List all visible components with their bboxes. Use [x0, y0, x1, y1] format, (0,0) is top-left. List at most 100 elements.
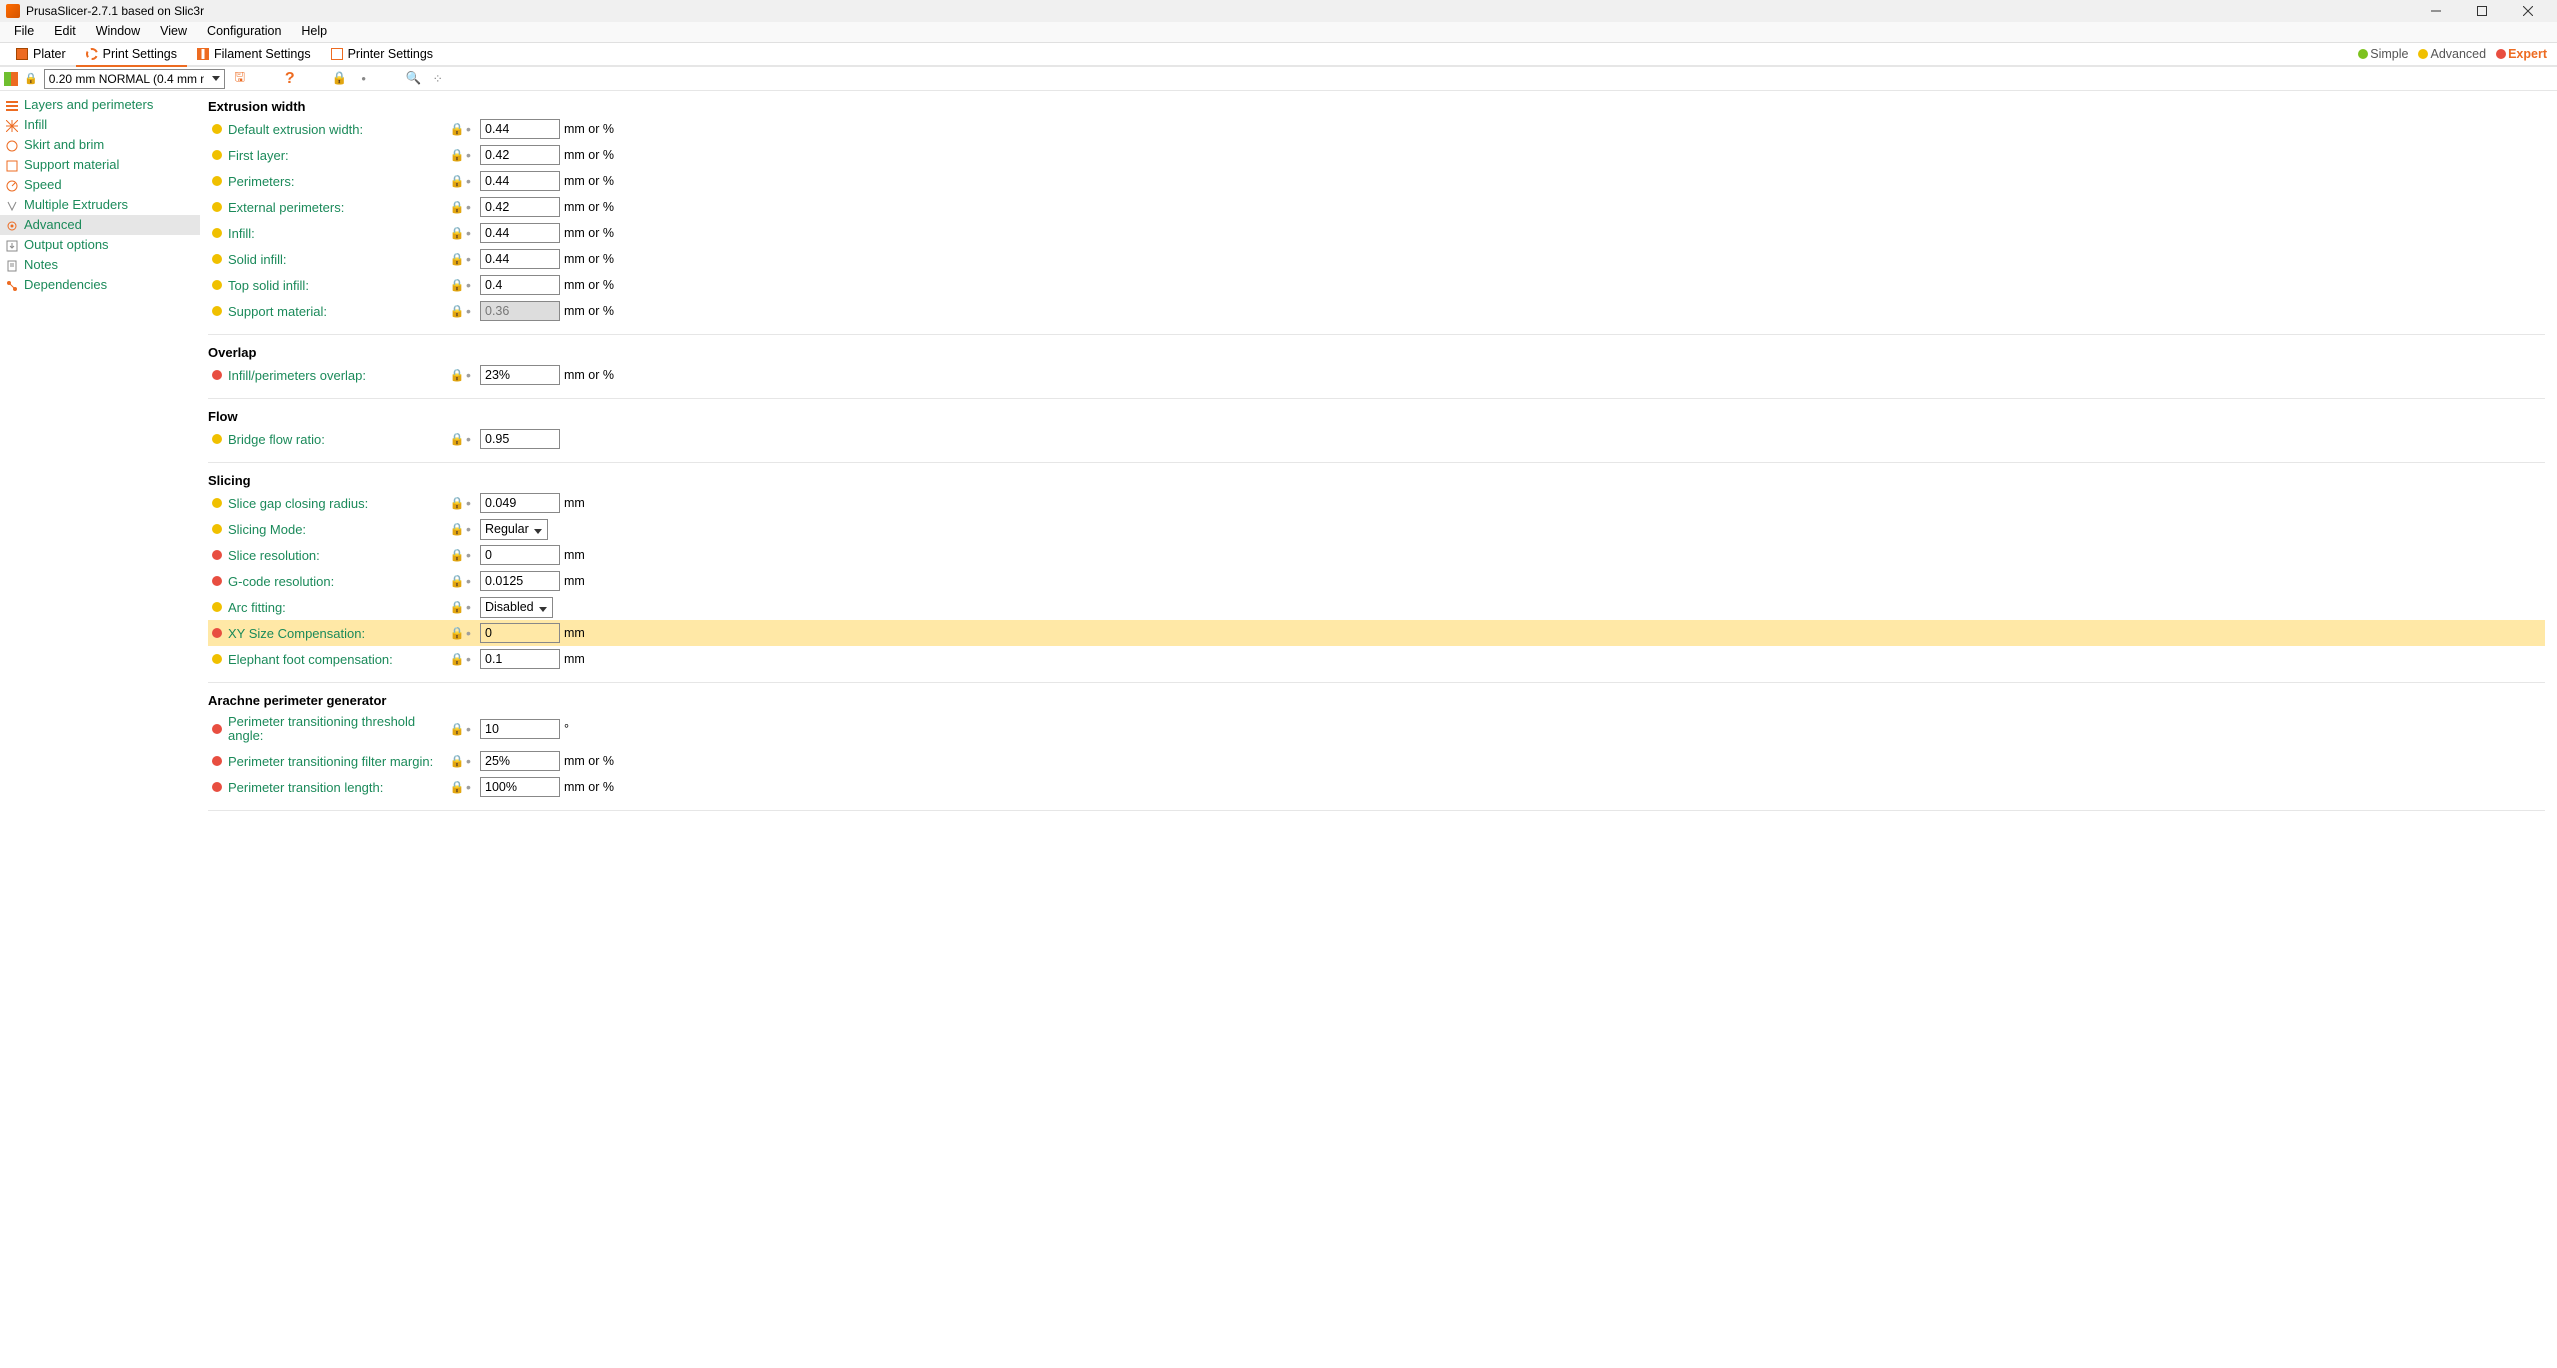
setting-select[interactable]: Disabled [480, 597, 553, 618]
setting-label[interactable]: Perimeter transitioning threshold angle: [228, 715, 448, 744]
lock-icon[interactable]: 🔒 [448, 754, 466, 768]
lock-icon[interactable]: 🔒 [448, 148, 466, 162]
setting-input[interactable] [480, 777, 560, 797]
collapse-icon[interactable]: ⁘ [429, 70, 447, 88]
setting-input[interactable] [480, 429, 560, 449]
menu-configuration[interactable]: Configuration [197, 22, 291, 42]
setting-input[interactable] [480, 365, 560, 385]
setting-input[interactable] [480, 571, 560, 591]
reset-dot-icon[interactable]: • [466, 251, 480, 267]
setting-label[interactable]: Infill/perimeters overlap: [228, 368, 448, 383]
reset-dot-icon[interactable]: • [466, 225, 480, 241]
sidebar-item-advanced[interactable]: Advanced [0, 215, 200, 235]
sidebar-item-deps[interactable]: Dependencies [0, 275, 200, 295]
reset-dot-icon[interactable]: • [466, 599, 480, 615]
reset-dot-icon[interactable]: • [466, 367, 480, 383]
reset-dot-icon[interactable]: • [466, 721, 480, 737]
lock-icon[interactable]: 🔒 [448, 600, 466, 614]
reset-dot-icon[interactable]: • [466, 277, 480, 293]
setting-label[interactable]: Infill: [228, 226, 448, 241]
reset-dot-icon[interactable]: • [466, 121, 480, 137]
lock-icon[interactable]: 🔒 [448, 200, 466, 214]
setting-label[interactable]: Support material: [228, 304, 448, 319]
setting-input[interactable] [480, 719, 560, 739]
setting-label[interactable]: Elephant foot compensation: [228, 652, 448, 667]
setting-label[interactable]: XY Size Compensation: [228, 626, 448, 641]
menu-window[interactable]: Window [86, 22, 150, 42]
setting-input[interactable] [480, 275, 560, 295]
mode-simple[interactable]: Simple [2354, 47, 2412, 61]
lock-icon[interactable]: 🔒 [448, 278, 466, 292]
reset-dot-icon[interactable]: • [466, 779, 480, 795]
reset-dot-icon[interactable]: • [466, 495, 480, 511]
setting-input[interactable] [480, 197, 560, 217]
lock-icon[interactable]: 🔒 [448, 226, 466, 240]
setting-label[interactable]: Slicing Mode: [228, 522, 448, 537]
lock-icon[interactable]: 🔒 [448, 548, 466, 562]
sidebar-item-skirt[interactable]: Skirt and brim [0, 135, 200, 155]
lock-icon[interactable]: 🔒 [448, 522, 466, 536]
lock-icon[interactable]: 🔒 [448, 432, 466, 446]
lock-icon[interactable]: 🔒 [448, 368, 466, 382]
setting-label[interactable]: Slice gap closing radius: [228, 496, 448, 511]
lock-icon[interactable]: 🔒 [448, 722, 466, 736]
minimize-button[interactable] [2413, 0, 2459, 22]
reset-dot-icon[interactable]: • [466, 625, 480, 641]
lock-icon[interactable]: 🔒 [448, 496, 466, 510]
sidebar-item-speed[interactable]: Speed [0, 175, 200, 195]
menu-help[interactable]: Help [291, 22, 337, 42]
reset-dot-icon[interactable]: • [466, 521, 480, 537]
reset-dot-icon[interactable]: • [466, 547, 480, 563]
setting-label[interactable]: Bridge flow ratio: [228, 432, 448, 447]
lock-icon[interactable]: 🔒 [448, 574, 466, 588]
lock-icon[interactable]: 🔒 [448, 252, 466, 266]
setting-input[interactable] [480, 119, 560, 139]
reset-dot-icon[interactable]: • [466, 431, 480, 447]
setting-label[interactable]: Arc fitting: [228, 600, 448, 615]
tab-print-settings[interactable]: Print Settings [76, 43, 187, 67]
setting-label[interactable]: External perimeters: [228, 200, 448, 215]
reset-dot-icon[interactable]: • [466, 147, 480, 163]
setting-label[interactable]: Top solid infill: [228, 278, 448, 293]
menu-edit[interactable]: Edit [44, 22, 86, 42]
tab-plater[interactable]: Plater [6, 43, 76, 67]
setting-label[interactable]: Perimeter transitioning filter margin: [228, 754, 448, 769]
sidebar-item-multi[interactable]: Multiple Extruders [0, 195, 200, 215]
preset-select[interactable] [44, 69, 225, 89]
reset-dot-icon[interactable]: • [466, 651, 480, 667]
detach-lock-icon[interactable]: 🔒 [331, 70, 349, 88]
sidebar-item-support[interactable]: Support material [0, 155, 200, 175]
settings-panel[interactable]: Extrusion width Default extrusion width:… [200, 91, 2557, 1368]
setting-label[interactable]: First layer: [228, 148, 448, 163]
sidebar-item-output[interactable]: Output options [0, 235, 200, 255]
menu-view[interactable]: View [150, 22, 197, 42]
setting-input[interactable] [480, 545, 560, 565]
setting-input[interactable] [480, 145, 560, 165]
reset-dot-icon[interactable]: • [466, 753, 480, 769]
search-icon[interactable]: 🔍 [405, 70, 423, 88]
reset-dot-icon[interactable]: • [466, 173, 480, 189]
reset-dot-icon[interactable]: • [466, 573, 480, 589]
lock-icon[interactable]: 🔒 [448, 652, 466, 666]
setting-input[interactable] [480, 301, 560, 321]
tab-filament-settings[interactable]: Filament Settings [187, 43, 321, 67]
sidebar-item-layers[interactable]: Layers and perimeters [0, 95, 200, 115]
mode-advanced[interactable]: Advanced [2414, 47, 2490, 61]
setting-input[interactable] [480, 649, 560, 669]
setting-label[interactable]: Perimeters: [228, 174, 448, 189]
reset-dot-icon[interactable]: • [466, 303, 480, 319]
setting-label[interactable]: G-code resolution: [228, 574, 448, 589]
setting-input[interactable] [480, 171, 560, 191]
reset-dot-icon[interactable]: • [466, 199, 480, 215]
setting-input[interactable] [480, 751, 560, 771]
lock-icon[interactable]: 🔒 [448, 780, 466, 794]
lock-icon[interactable]: 🔒 [448, 626, 466, 640]
setting-input[interactable] [480, 223, 560, 243]
setting-select[interactable]: Regular [480, 519, 548, 540]
close-button[interactable] [2505, 0, 2551, 22]
tab-printer-settings[interactable]: Printer Settings [321, 43, 443, 67]
setting-input[interactable] [480, 249, 560, 269]
mode-expert[interactable]: Expert [2492, 47, 2551, 61]
lock-icon[interactable]: 🔒 [448, 122, 466, 136]
lock-icon[interactable]: 🔒 [448, 304, 466, 318]
